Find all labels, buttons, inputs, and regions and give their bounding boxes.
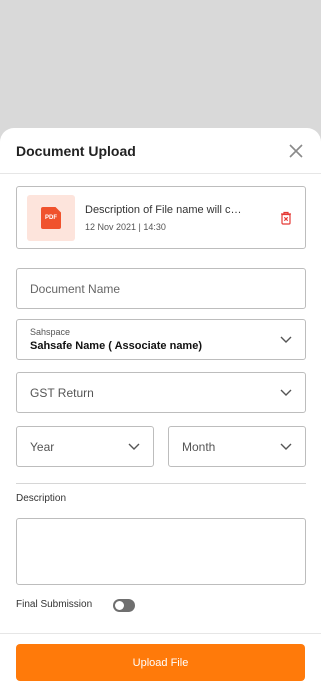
sahspace-value-stack: Sahspace Sahsafe Name ( Associate name) (30, 327, 202, 352)
sahspace-value: Sahsafe Name ( Associate name) (30, 340, 202, 352)
delete-file-button[interactable] (277, 209, 295, 227)
sheet-header: Document Upload (0, 128, 321, 174)
description-label: Description (16, 493, 67, 504)
sheet-title: Document Upload (16, 142, 136, 159)
toggle-knob (115, 601, 124, 610)
document-upload-sheet: Document Upload PDF Description of File … (0, 128, 321, 691)
sahspace-label: Sahspace (30, 327, 71, 337)
modal-backdrop[interactable] (0, 0, 321, 128)
upload-file-button[interactable]: Upload File (16, 644, 305, 681)
footer-divider (0, 633, 321, 634)
document-name-input[interactable] (30, 281, 292, 296)
chevron-down-icon (280, 336, 292, 343)
year-select[interactable]: Year (16, 426, 154, 467)
close-button[interactable] (287, 142, 305, 160)
chevron-down-icon (280, 443, 292, 450)
uploaded-file-card: PDF Description of File name will co... … (16, 186, 306, 249)
document-type-select[interactable]: GST Return (16, 372, 306, 413)
final-submission-toggle[interactable] (113, 599, 135, 612)
pdf-file-icon: PDF (41, 206, 61, 229)
file-name: Description of File name will co... (85, 203, 245, 216)
document-name-field[interactable] (16, 268, 306, 309)
section-divider (16, 483, 306, 484)
document-type-value: GST Return (30, 385, 94, 400)
close-icon (289, 143, 303, 158)
pdf-thumbnail: PDF (27, 194, 75, 241)
file-meta: Description of File name will co... 12 N… (85, 204, 277, 232)
description-textarea[interactable] (16, 518, 306, 585)
final-submission-label: Final Submission (16, 599, 93, 610)
month-select[interactable]: Month (168, 426, 306, 467)
file-date: 12 Nov 2021 | 14:30 (85, 221, 166, 232)
month-placeholder: Month (182, 439, 216, 454)
sahspace-select[interactable]: Sahspace Sahsafe Name ( Associate name) (16, 319, 306, 360)
year-placeholder: Year (30, 439, 55, 454)
chevron-down-icon (280, 389, 292, 396)
trash-icon (281, 211, 291, 225)
chevron-down-icon (128, 443, 140, 450)
